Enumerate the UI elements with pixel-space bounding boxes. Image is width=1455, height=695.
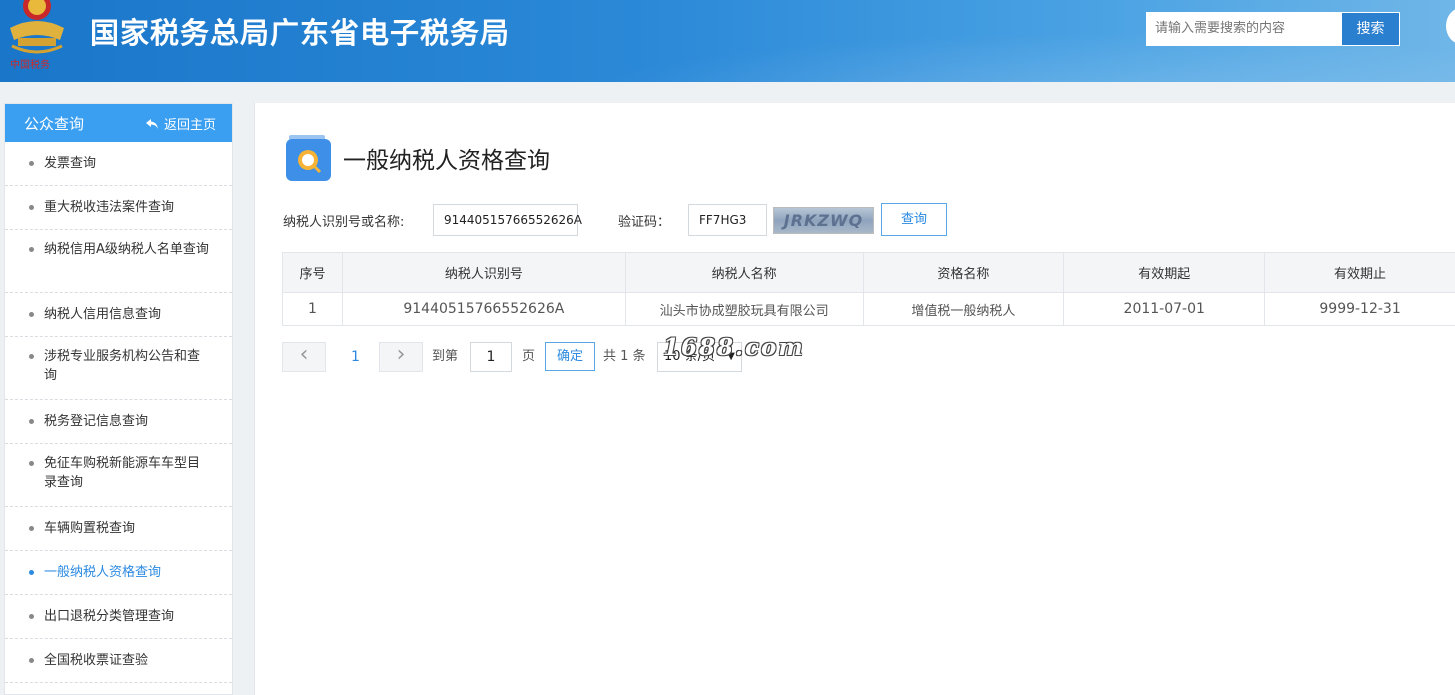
total-count: 共 1 条 xyxy=(603,349,646,364)
next-page-button[interactable]: › xyxy=(379,342,423,372)
page-number-1[interactable]: 1 xyxy=(351,342,360,372)
cell-qualification: 增值税一般纳税人 xyxy=(862,292,1065,326)
col-header-index: 序号 xyxy=(282,252,343,293)
sidebar-item-label: 重大税收违法案件查询 xyxy=(44,200,175,215)
sidebar-item-label: 纳税信用A级纳税人名单查询 xyxy=(44,242,209,257)
goto-confirm-button[interactable]: 确定 xyxy=(545,342,595,371)
captcha-image[interactable]: JRKZWQ xyxy=(773,207,874,234)
sidebar-item-label: 免征车购税新能源车车型目录查询 xyxy=(44,456,201,490)
col-header-valid-to: 有效期止 xyxy=(1264,252,1455,293)
tax-emblem-logo: 中国税务 xyxy=(10,0,64,71)
sidebar-item-label: 一般纳税人资格查询 xyxy=(44,565,162,580)
bullet-icon xyxy=(29,526,34,531)
sidebar-item-invoice[interactable]: 发票查询 xyxy=(5,142,232,186)
sidebar-item-vehicle-tax[interactable]: 车辆购置税查询 xyxy=(5,507,232,551)
search-input[interactable] xyxy=(1146,12,1342,46)
taxpayer-id-input[interactable]: 91440515766552626A xyxy=(433,204,582,236)
bullet-icon xyxy=(29,247,34,252)
sidebar-item-tax-voucher[interactable]: 全国税收票证查验 xyxy=(5,639,232,683)
sidebar-item-label: 涉税专业服务机构公告和查询 xyxy=(44,349,201,383)
cell-taxpayer-id: 91440515766552626A xyxy=(341,292,626,326)
sidebar-item-export-rebate[interactable]: 出口退税分类管理查询 xyxy=(5,595,232,639)
cell-valid-to: 9999-12-31 xyxy=(1264,292,1455,326)
back-arrow-icon xyxy=(145,118,158,129)
sidebar: 公众查询 返回主页 发票查询 重大税收违法案件查询 纳税信用A级纳税人名单查询 … xyxy=(4,103,233,695)
table-header-row: 序号 纳税人识别号 纳税人名称 资格名称 有效期起 有效期止 xyxy=(282,252,1455,293)
bullet-icon xyxy=(29,614,34,619)
bullet-icon xyxy=(29,312,34,317)
cell-valid-from: 2011-07-01 xyxy=(1063,292,1266,326)
sidebar-menu: 发票查询 重大税收违法案件查询 纳税信用A级纳税人名单查询 纳税人信用信息查询 … xyxy=(5,142,232,683)
sidebar-item-credit-a-list[interactable]: 纳税信用A级纳税人名单查询 xyxy=(5,230,232,293)
sidebar-title: 公众查询 xyxy=(24,115,85,133)
result-table: 序号 纳税人识别号 纳税人名称 资格名称 有效期起 有效期止 1 9144051… xyxy=(282,252,1455,326)
prev-page-button[interactable]: ‹ xyxy=(282,342,326,372)
logo-text: 中国税务 xyxy=(10,58,50,71)
page-unit-label: 页 xyxy=(522,349,536,364)
bullet-icon xyxy=(29,205,34,210)
top-header: 中国税务 国家税务总局广东省电子税务局 搜索 xyxy=(0,0,1455,82)
back-home-label: 返回主页 xyxy=(163,118,216,133)
search-button[interactable]: 搜索 xyxy=(1341,12,1400,46)
col-header-qualification: 资格名称 xyxy=(862,252,1065,293)
sidebar-item-credit-info[interactable]: 纳税人信用信息查询 xyxy=(5,293,232,337)
query-button[interactable]: 查询 xyxy=(881,203,947,236)
table-row: 1 91440515766552626A 汕头市协成塑胶玩具有限公司 增值税一般… xyxy=(282,292,1455,326)
sidebar-item-service-agency[interactable]: 涉税专业服务机构公告和查询 xyxy=(5,337,232,400)
bullet-icon xyxy=(29,161,34,166)
watermark: 1688.com xyxy=(663,334,805,361)
page-title: 一般纳税人资格查询 xyxy=(343,148,550,174)
bullet-icon xyxy=(29,570,34,575)
back-home-link[interactable]: 返回主页 xyxy=(145,114,216,133)
col-header-taxpayer-id: 纳税人识别号 xyxy=(341,252,626,293)
sidebar-item-registration[interactable]: 税务登记信息查询 xyxy=(5,400,232,444)
search-document-icon xyxy=(286,135,331,181)
sidebar-item-general-taxpayer[interactable]: 一般纳税人资格查询 xyxy=(5,551,232,595)
sidebar-item-new-energy-vehicle[interactable]: 免征车购税新能源车车型目录查询 xyxy=(5,444,232,507)
sidebar-item-label: 发票查询 xyxy=(44,156,97,171)
goto-label: 到第 xyxy=(432,349,459,364)
col-header-valid-from: 有效期起 xyxy=(1063,252,1266,293)
cell-taxpayer-name: 汕头市协成塑胶玩具有限公司 xyxy=(624,292,864,326)
sidebar-item-label: 出口退税分类管理查询 xyxy=(44,609,175,624)
sidebar-item-label: 车辆购置税查询 xyxy=(44,521,136,536)
captcha-input[interactable]: FF7HG3 xyxy=(688,204,767,236)
bullet-icon xyxy=(29,658,34,663)
col-header-taxpayer-name: 纳税人名称 xyxy=(624,252,864,293)
bullet-icon xyxy=(29,419,34,424)
site-title: 国家税务总局广东省电子税务局 xyxy=(90,16,511,50)
bullet-icon xyxy=(29,354,34,359)
captcha-label: 验证码： xyxy=(618,215,671,230)
cell-index: 1 xyxy=(282,292,343,326)
main-content: 一般纳税人资格查询 纳税人识别号或名称: 91440515766552626A … xyxy=(254,103,1455,695)
sidebar-item-label: 纳税人信用信息查询 xyxy=(44,307,162,322)
bullet-icon xyxy=(29,461,34,466)
sidebar-item-label: 全国税收票证查验 xyxy=(44,653,149,668)
goto-page-input[interactable]: 1 xyxy=(470,342,512,372)
sidebar-item-major-violation[interactable]: 重大税收违法案件查询 xyxy=(5,186,232,230)
sidebar-header: 公众查询 返回主页 xyxy=(5,104,232,142)
sidebar-item-label: 税务登记信息查询 xyxy=(44,414,149,429)
taxpayer-label: 纳税人识别号或名称: xyxy=(283,215,405,230)
